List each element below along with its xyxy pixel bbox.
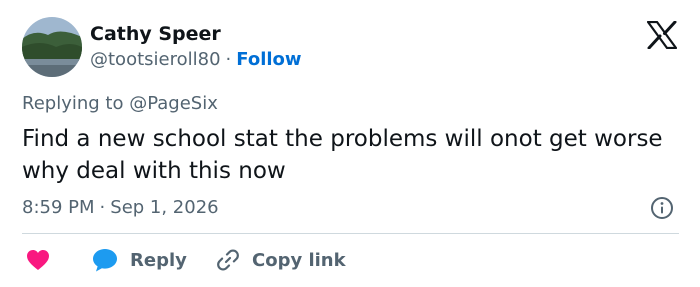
- reply-context-prefix: Replying to: [22, 93, 124, 114]
- reply-button[interactable]: Reply: [92, 246, 187, 274]
- like-button[interactable]: [26, 246, 50, 274]
- tweet-timestamp[interactable]: 8:59 PM · Sep 1, 2026: [22, 197, 219, 218]
- reply-label: Reply: [130, 249, 187, 271]
- tweet-card: Cathy Speer @tootsieroll80 · Follow Replyi…: [0, 0, 700, 287]
- info-icon[interactable]: [650, 196, 674, 220]
- speech-bubble-icon: [93, 249, 117, 272]
- timestamp-separator: ·: [99, 197, 106, 218]
- handle-separator: ·: [225, 49, 232, 70]
- tweet-text: Find a new school stat the problems will…: [22, 126, 663, 184]
- author-name[interactable]: Cathy Speer: [90, 23, 221, 45]
- avatar[interactable]: [22, 17, 82, 77]
- x-logo-icon[interactable]: [646, 20, 678, 50]
- divider: [22, 233, 679, 234]
- author-handle[interactable]: @tootsieroll80: [90, 49, 221, 70]
- heart-icon: [27, 250, 49, 270]
- author-handle-row: @tootsieroll80 · Follow: [90, 49, 302, 70]
- reply-mention-link[interactable]: @PageSix: [129, 93, 218, 114]
- tweet-time: 8:59 PM: [22, 197, 95, 218]
- copy-link-button[interactable]: Copy link: [216, 246, 346, 274]
- reply-context: Replying to @PageSix: [22, 93, 218, 114]
- avatar-landscape-image: [22, 17, 82, 77]
- link-icon: [217, 249, 239, 271]
- tweet-date: Sep 1, 2026: [110, 197, 219, 218]
- copy-link-label: Copy link: [252, 249, 346, 271]
- follow-button[interactable]: Follow: [236, 49, 301, 70]
